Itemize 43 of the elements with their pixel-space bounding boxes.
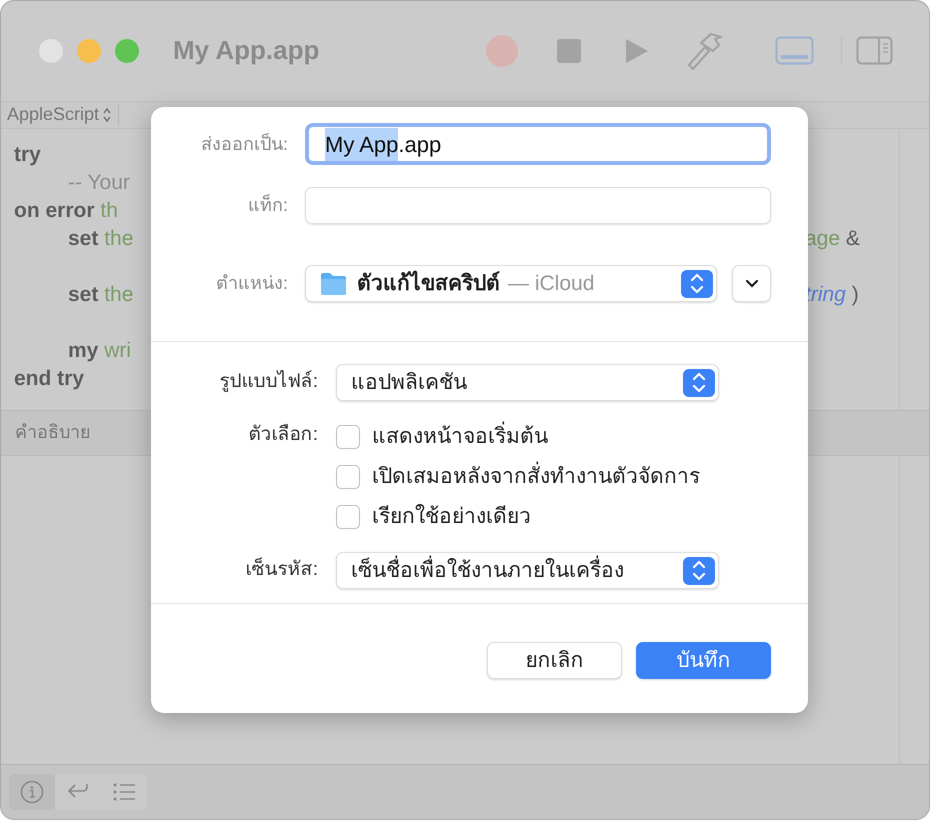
checkbox-label: แสดงหน้าจอเริ่มต้น	[372, 421, 548, 453]
folder-icon	[320, 270, 347, 296]
name-field[interactable]: My App.app	[305, 123, 771, 165]
location-popup[interactable]: ตัวแก้ไขสคริปต์ — iCloud	[305, 265, 717, 302]
code-line: -- Your	[68, 170, 130, 196]
code-line: my wri	[68, 338, 132, 364]
field-label: ตัวเลือก:	[248, 423, 318, 447]
field-label: แท็ก:	[246, 193, 288, 217]
minimize-button[interactable]	[77, 38, 101, 63]
code-line: set the	[68, 226, 134, 252]
code-sign-popup[interactable]: เซ็นชื่อเพื่อใช้งานภายในเครื่อง	[336, 552, 719, 589]
play-icon[interactable]	[625, 38, 649, 64]
checkbox[interactable]	[336, 505, 360, 529]
chevron-down-icon	[744, 279, 758, 288]
code-line: end try	[14, 366, 84, 392]
checkbox-label: เรียกใช้อย่างเดียว	[372, 503, 531, 530]
checkbox-label: เปิดเสมอหลังจากสั่งทำงานตัวจัดการ	[372, 461, 700, 493]
checkbox[interactable]	[336, 465, 360, 489]
save-button[interactable]: บันทึก	[636, 642, 771, 679]
expand-button[interactable]	[732, 265, 771, 302]
up-down-chevron-icon	[102, 106, 112, 123]
bottom-panel-icon[interactable]	[775, 36, 814, 66]
checkbox[interactable]	[336, 425, 360, 449]
code-line: try	[14, 142, 41, 168]
tags-field[interactable]	[305, 187, 771, 224]
file-format-popup[interactable]: แอปพลิเคชัน	[336, 364, 719, 401]
info-tab[interactable]	[9, 774, 55, 810]
zoom-button[interactable]	[115, 38, 139, 63]
field-label: ตำแหน่ง:	[214, 272, 288, 295]
section-header: คำอธิบาย	[15, 421, 91, 444]
cancel-button[interactable]: ยกเลิก	[487, 642, 622, 679]
field-label: เซ็นรหัส:	[244, 556, 318, 582]
side-panel-icon[interactable]	[856, 36, 893, 66]
window-title: My App.app	[173, 34, 320, 68]
close-button[interactable]	[39, 38, 63, 63]
code-line: set the	[68, 282, 134, 308]
field-label: ส่งออกเป็น:	[200, 132, 288, 156]
info-icon	[20, 780, 44, 804]
record-icon[interactable]	[485, 34, 519, 68]
field-label: รูปแบบไฟล์:	[218, 369, 318, 394]
stop-icon[interactable]	[556, 38, 582, 64]
code-line: on error th	[14, 198, 118, 224]
hammer-icon[interactable]	[685, 30, 725, 71]
